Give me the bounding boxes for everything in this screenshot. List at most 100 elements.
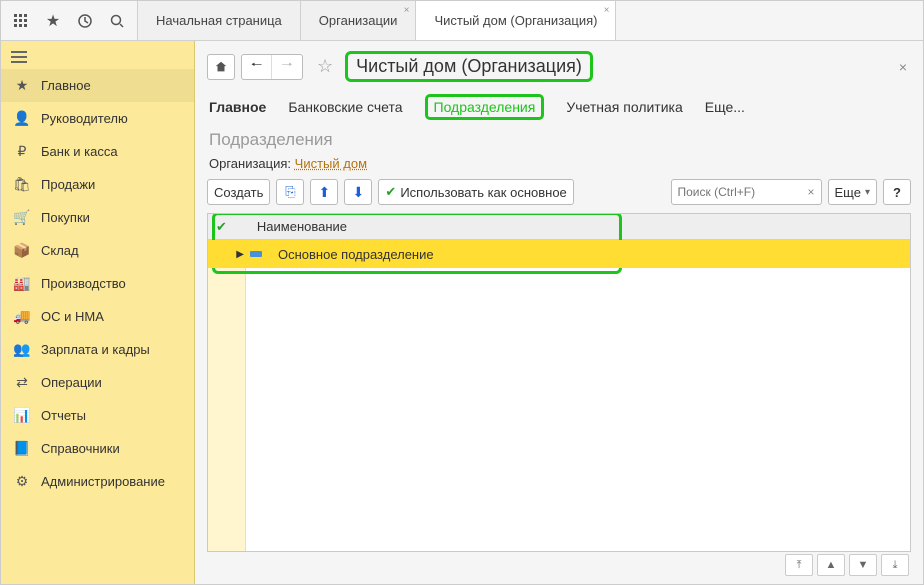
chart-icon: 📊	[13, 407, 31, 424]
move-up-button[interactable]: ⬆	[310, 179, 338, 205]
create-button[interactable]: Создать	[207, 179, 270, 205]
people-icon: 👥	[13, 341, 31, 358]
more-button[interactable]: Еще	[828, 179, 877, 205]
sidebar-item-label: Операции	[41, 375, 102, 390]
subnav-main[interactable]: Главное	[209, 99, 266, 115]
sidebar-item-label: Руководителю	[41, 111, 128, 126]
subnav-departments[interactable]: Подразделения	[425, 94, 545, 120]
grid: ✔ Наименование ▶ Основное подразделение	[207, 213, 911, 552]
grid-header: ✔ Наименование	[208, 214, 910, 240]
scroll-bottom-button[interactable]: ⤓	[881, 554, 909, 576]
history-icon[interactable]	[71, 7, 99, 35]
sidebar-item-label: Банк и касса	[41, 144, 118, 159]
grid-gutter	[208, 240, 246, 551]
help-button[interactable]: ?	[883, 179, 911, 205]
expand-icon[interactable]: ▶	[236, 249, 244, 260]
scroll-up-button[interactable]: ▲	[817, 554, 845, 576]
sidebar: ★Главное 👤 Руководителю ₽ Банк и касса 🛍 Пр…	[1, 41, 195, 584]
sidebar-item-purchases[interactable]: 🛒 Покупки	[1, 201, 194, 234]
sidebar-item-reports[interactable]: 📊 Отчеты	[1, 399, 194, 432]
table-row[interactable]: ▶ Основное подразделение	[208, 240, 910, 268]
check-column-icon: ✔	[216, 219, 227, 235]
move-down-button[interactable]: ⬇	[344, 179, 372, 205]
arrow-down-icon: ⬇	[353, 184, 365, 201]
box-icon: 📦	[13, 242, 31, 259]
content: 🠐 🠒 ☆ Чистый дом (Организация) × Главное…	[195, 41, 923, 584]
close-icon[interactable]: ×	[604, 5, 610, 16]
column-name[interactable]: Наименование	[257, 219, 347, 234]
sidebar-item-label: Покупки	[41, 210, 90, 225]
person-icon: 👤	[13, 110, 31, 127]
header-row: 🠐 🠒 ☆ Чистый дом (Организация) ×	[207, 51, 911, 82]
home-button[interactable]	[207, 54, 235, 80]
sidebar-item-operations[interactable]: ⇄ Операции	[1, 366, 194, 399]
search-input[interactable]	[672, 185, 802, 199]
sidebar-item-label: Главное	[41, 78, 91, 93]
gear-icon: ⚙	[13, 473, 31, 490]
sidebar-item-production[interactable]: 🏭 Производство	[1, 267, 194, 300]
copy-icon: ⎘	[285, 184, 295, 200]
ruble-icon: ₽	[13, 143, 31, 160]
check-icon: ✔	[385, 184, 396, 200]
sidebar-item-warehouse[interactable]: 📦 Склад	[1, 234, 194, 267]
item-icon	[250, 251, 262, 257]
topbar: ★ Начальная страница Организации × Чистый…	[1, 1, 923, 41]
tab-label: Организации	[319, 13, 398, 28]
copy-button[interactable]: ⎘	[276, 179, 304, 205]
favorites-icon[interactable]: ★	[39, 7, 67, 35]
use-as-main-button[interactable]: ✔Использовать как основное	[378, 179, 573, 205]
sidebar-item-label: Отчеты	[41, 408, 86, 423]
subnav-bank-accounts[interactable]: Банковские счета	[288, 99, 402, 115]
sidebar-item-label: Администрирование	[41, 474, 165, 489]
page-title: Чистый дом (Организация)	[345, 51, 593, 82]
nav-group: 🠐 🠒	[241, 54, 303, 80]
sidebar-item-hr[interactable]: 👥Зарплата и кадры	[1, 333, 194, 366]
bag-icon: 🛍	[13, 176, 31, 193]
close-button[interactable]: ×	[895, 59, 911, 75]
sidebar-item-label: Продажи	[41, 177, 95, 192]
org-label: Организация:	[209, 156, 291, 171]
row-name: Основное подразделение	[268, 247, 434, 262]
sidebar-item-manager[interactable]: 👤 Руководителю	[1, 102, 194, 135]
sidebar-item-bank[interactable]: ₽ Банк и касса	[1, 135, 194, 168]
close-icon[interactable]: ×	[404, 5, 410, 16]
tab-start-page[interactable]: Начальная страница	[138, 1, 301, 40]
toolbar: Создать ⎘ ⬆ ⬇ ✔Использовать как основное…	[207, 179, 911, 205]
tab-organization-record[interactable]: Чистый дом (Организация) ×	[416, 1, 616, 40]
sidebar-item-admin[interactable]: ⚙ Администрирование	[1, 465, 194, 498]
tab-label: Начальная страница	[156, 13, 282, 28]
favorite-toggle-icon[interactable]: ☆	[317, 56, 333, 77]
scroll-down-button[interactable]: ▼	[849, 554, 877, 576]
sidebar-item-label: Справочники	[41, 441, 120, 456]
forward-button[interactable]: 🠒	[272, 55, 302, 79]
swap-icon: ⇄	[13, 374, 31, 391]
org-link[interactable]: Чистый дом	[295, 156, 367, 171]
scroll-top-button[interactable]: ⤒	[785, 554, 813, 576]
cart-icon: 🛒	[13, 209, 31, 226]
back-button[interactable]: 🠐	[242, 55, 272, 79]
apps-icon[interactable]	[7, 7, 35, 35]
subnav-more[interactable]: Еще...	[705, 99, 745, 115]
sidebar-item-main[interactable]: ★Главное	[1, 69, 194, 102]
sidebar-item-label: Склад	[41, 243, 79, 258]
org-line: Организация: Чистый дом	[209, 156, 911, 171]
subnav-accounting-policy[interactable]: Учетная политика	[566, 99, 682, 115]
tab-label: Чистый дом (Организация)	[434, 13, 597, 28]
sidebar-item-label: Производство	[41, 276, 126, 291]
factory-icon: 🏭	[13, 275, 31, 292]
search-icon[interactable]	[103, 7, 131, 35]
sidebar-item-label: ОС и НМА	[41, 309, 104, 324]
main: ★Главное 👤 Руководителю ₽ Банк и касса 🛍 Пр…	[1, 41, 923, 584]
truck-icon: 🚚	[13, 308, 31, 325]
arrow-up-icon: ⬆	[319, 184, 331, 201]
tab-organizations[interactable]: Организации ×	[301, 1, 417, 40]
subnav: Главное Банковские счета Подразделения У…	[207, 88, 911, 130]
grid-body: ▶ Основное подразделение	[208, 240, 910, 551]
section-title: Подразделения	[209, 130, 911, 150]
sidebar-item-assets[interactable]: 🚚 ОС и НМА	[1, 300, 194, 333]
sidebar-item-sales[interactable]: 🛍 Продажи	[1, 168, 194, 201]
menu-toggle-icon[interactable]	[1, 45, 194, 69]
sidebar-item-catalogs[interactable]: 📘Справочники	[1, 432, 194, 465]
clear-search-icon[interactable]: ×	[802, 185, 821, 199]
search-field[interactable]: ×	[671, 179, 822, 205]
